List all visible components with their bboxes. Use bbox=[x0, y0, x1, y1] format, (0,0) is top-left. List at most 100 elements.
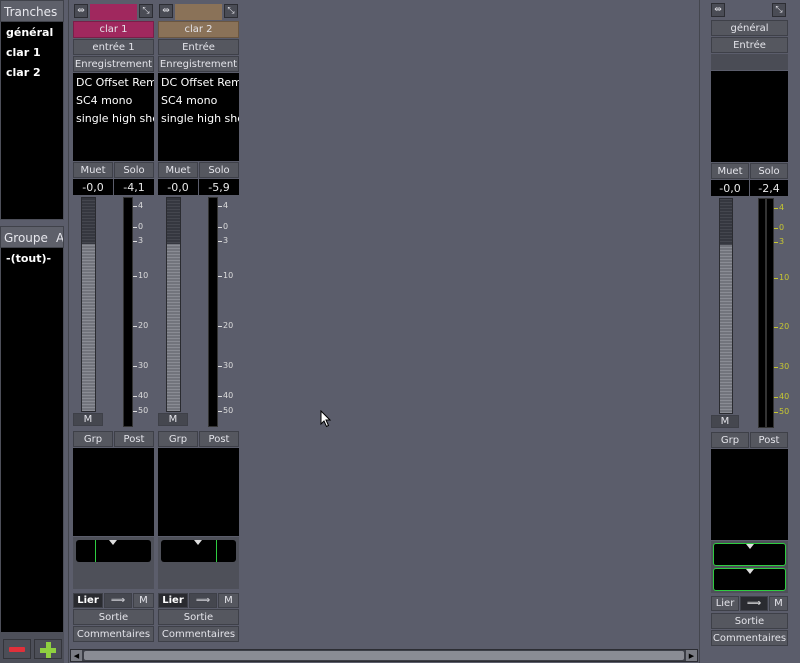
meter-tick: 30 bbox=[779, 362, 790, 371]
peak-display[interactable]: -2,4 bbox=[750, 180, 788, 196]
group-button[interactable]: Grp bbox=[711, 432, 749, 448]
master-name-label[interactable]: général bbox=[711, 20, 788, 36]
tranche-item[interactable]: clar 1 bbox=[6, 46, 41, 59]
output-button[interactable]: Sortie bbox=[711, 613, 788, 629]
panner-position[interactable] bbox=[713, 568, 786, 591]
strip-name-button[interactable] bbox=[90, 4, 137, 20]
gain-display[interactable]: -0,0 bbox=[711, 180, 749, 196]
strips-scrollbar[interactable]: ◀ ▶ bbox=[70, 649, 698, 662]
master-spacer bbox=[711, 54, 788, 70]
level-meter bbox=[758, 198, 766, 428]
link-mode-button[interactable]: M bbox=[769, 596, 788, 611]
input-button[interactable]: Entrée bbox=[158, 39, 239, 55]
link-button[interactable]: Lier bbox=[73, 593, 103, 608]
input-button[interactable]: entrée 1 bbox=[73, 39, 154, 55]
link-arrow-icon[interactable]: ⟹ bbox=[740, 596, 768, 611]
meter-tick: 0 bbox=[138, 222, 144, 231]
peak-display[interactable]: -4,1 bbox=[114, 179, 154, 195]
groups-list: -(tout)- bbox=[1, 248, 63, 632]
gain-fader[interactable] bbox=[81, 197, 96, 412]
groups-col-active[interactable]: A bbox=[56, 227, 63, 247]
pan-right-indicator bbox=[216, 540, 217, 562]
group-button[interactable]: Grp bbox=[158, 431, 198, 447]
width-toggle-icon[interactable]: ⇹ bbox=[159, 4, 173, 18]
post-button[interactable]: Post bbox=[750, 432, 788, 448]
fader-mode-button[interactable]: M bbox=[73, 413, 103, 426]
width-toggle-icon[interactable]: ⇹ bbox=[711, 3, 725, 17]
mute-button[interactable]: Muet bbox=[158, 162, 198, 178]
gain-display[interactable]: -0,0 bbox=[73, 179, 113, 195]
mute-button[interactable]: Muet bbox=[711, 163, 749, 179]
meter-tick: 3 bbox=[223, 236, 229, 245]
post-button[interactable]: Post bbox=[199, 431, 239, 447]
tranche-item[interactable]: général bbox=[6, 26, 53, 39]
level-meter-right bbox=[766, 198, 774, 428]
meter-tick: 30 bbox=[138, 361, 149, 370]
link-button[interactable]: Lier bbox=[158, 593, 188, 608]
plugin-item[interactable]: DC Offset Rem bbox=[161, 76, 239, 89]
processor-box bbox=[711, 449, 788, 540]
comments-button[interactable]: Commentaires bbox=[73, 626, 154, 642]
link-arrow-icon[interactable]: ⟹ bbox=[104, 593, 132, 608]
record-button[interactable]: Enregistrement bbox=[158, 56, 239, 72]
hide-strip-icon[interactable]: ⤡ bbox=[139, 4, 153, 18]
fader-mode-button[interactable]: M bbox=[711, 415, 739, 428]
input-button[interactable]: Entrée bbox=[711, 37, 788, 53]
plugin-item[interactable]: SC4 mono bbox=[161, 94, 217, 107]
scroll-thumb[interactable] bbox=[84, 651, 684, 660]
post-button[interactable]: Post bbox=[114, 431, 154, 447]
plugin-item[interactable]: SC4 mono bbox=[76, 94, 132, 107]
tranches-header[interactable]: Tranches bbox=[0, 0, 64, 22]
tranche-item[interactable]: clar 2 bbox=[6, 66, 41, 79]
strip-name-label[interactable]: clar 2 bbox=[158, 21, 239, 38]
meter-tick: 20 bbox=[138, 321, 149, 330]
fader-fill bbox=[167, 244, 180, 411]
peak-display[interactable]: -5,9 bbox=[199, 179, 239, 195]
remove-group-button[interactable] bbox=[3, 639, 31, 659]
record-button[interactable]: Enregistrement bbox=[73, 56, 154, 72]
scroll-left-icon[interactable]: ◀ bbox=[71, 650, 82, 661]
panner[interactable] bbox=[161, 540, 236, 562]
plugin-list: DC Offset Rem SC4 mono single high she bbox=[73, 73, 154, 161]
solo-button[interactable]: Solo bbox=[114, 162, 154, 178]
panner-width[interactable] bbox=[713, 543, 786, 566]
gain-fader[interactable] bbox=[166, 197, 181, 412]
scroll-right-icon[interactable]: ▶ bbox=[686, 650, 697, 661]
output-button[interactable]: Sortie bbox=[158, 609, 239, 625]
comments-button[interactable]: Commentaires bbox=[158, 626, 239, 642]
gain-fader[interactable] bbox=[719, 198, 733, 414]
pan-left-indicator bbox=[95, 540, 96, 562]
panner[interactable] bbox=[76, 540, 151, 562]
add-group-button[interactable] bbox=[34, 639, 62, 659]
plugin-item[interactable]: single high she bbox=[161, 112, 239, 125]
link-button[interactable]: Lier bbox=[711, 596, 739, 611]
strip-name-button[interactable] bbox=[175, 4, 222, 20]
gain-display[interactable]: -0,0 bbox=[158, 179, 198, 195]
link-arrow-icon[interactable]: ⟹ bbox=[189, 593, 217, 608]
plugin-item[interactable]: DC Offset Rem bbox=[76, 76, 154, 89]
pan-position-marker bbox=[194, 540, 202, 545]
mute-button[interactable]: Muet bbox=[73, 162, 113, 178]
link-mode-button[interactable]: M bbox=[218, 593, 239, 608]
fader-mode-button[interactable]: M bbox=[158, 413, 188, 426]
solo-button[interactable]: Solo bbox=[750, 163, 788, 179]
comments-button[interactable]: Commentaires bbox=[711, 630, 788, 646]
link-mode-button[interactable]: M bbox=[133, 593, 154, 608]
groups-col-name[interactable]: Groupe bbox=[4, 227, 48, 247]
output-button[interactable]: Sortie bbox=[73, 609, 154, 625]
plugin-item[interactable]: single high she bbox=[76, 112, 154, 125]
group-item[interactable]: -(tout)- bbox=[6, 252, 51, 265]
meter-tick: 20 bbox=[779, 322, 790, 331]
strip-name-label[interactable]: clar 1 bbox=[73, 21, 154, 38]
hide-strip-icon[interactable]: ⤡ bbox=[772, 3, 786, 17]
plugin-list: DC Offset Rem SC4 mono single high she bbox=[158, 73, 239, 161]
groups-panel: Groupe A -(tout)- bbox=[0, 226, 64, 663]
meter-tick: 40 bbox=[779, 392, 790, 401]
solo-button[interactable]: Solo bbox=[199, 162, 239, 178]
width-toggle-icon[interactable]: ⇹ bbox=[74, 4, 88, 18]
meter-tick: 3 bbox=[779, 237, 785, 246]
group-button[interactable]: Grp bbox=[73, 431, 113, 447]
meter-tick: 40 bbox=[138, 391, 149, 400]
hide-strip-icon[interactable]: ⤡ bbox=[224, 4, 238, 18]
meter-tick: 10 bbox=[138, 271, 149, 280]
